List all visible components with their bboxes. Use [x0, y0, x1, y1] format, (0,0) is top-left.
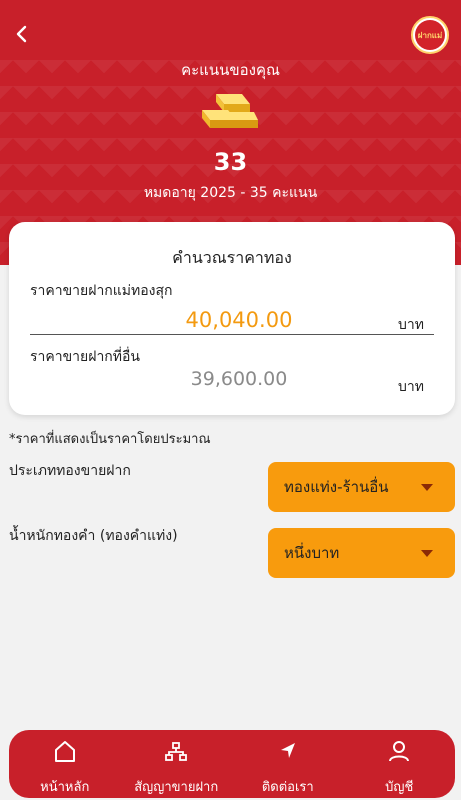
gold-weight-value: หนึ่งบาท	[284, 544, 340, 562]
bottom-navigation: หน้าหลัก สัญญาขายฝาก ติดต่อเรา บัญชี	[9, 730, 455, 798]
other-price-label: ราคาขายฝากที่อื่น	[30, 349, 140, 365]
nav-account-label: บัญชี	[385, 780, 414, 795]
score-value: 33	[213, 148, 248, 176]
nav-account[interactable]: บัญชี	[344, 730, 456, 798]
user-icon	[389, 741, 410, 762]
nav-contract[interactable]: สัญญาขายฝาก	[121, 730, 233, 798]
score-expire-text: หมดอายุ 2025 - 35 คะแนน	[143, 185, 318, 201]
other-price-value: 39,600.00	[190, 368, 288, 390]
nav-home-label: หน้าหลัก	[40, 780, 90, 795]
nav-home[interactable]: หน้าหลัก	[9, 730, 121, 798]
caret-down-icon	[421, 483, 433, 491]
our-price-label: ราคาขายฝากแม่ทองสุก	[30, 283, 173, 299]
gold-type-select[interactable]: ทองแท่ง-ร้านอื่น	[268, 462, 455, 512]
home-icon	[54, 741, 75, 762]
nav-contact-label: ติดต่อเรา	[261, 780, 314, 795]
estimate-note: *ราคาที่แสดงเป็นราคาโดยประมาณ	[9, 432, 211, 447]
back-button[interactable]	[10, 22, 34, 46]
navigation-arrow-icon	[280, 743, 295, 758]
gold-price-calculator-card: คำนวณราคาทอง ราคาขายฝากแม่ทองสุก 40,040.…	[9, 222, 455, 415]
brand-logo-text: ฝากแม่	[415, 20, 445, 50]
nav-contact[interactable]: ติดต่อเรา	[232, 730, 344, 798]
our-price-unit: บาท	[398, 317, 424, 333]
gold-weight-select[interactable]: หนึ่งบาท	[268, 528, 455, 578]
gold-weight-label: น้ำหนักทองคำ (ทองคำแท่ง)	[9, 528, 178, 544]
nav-contract-label: สัญญาขายฝาก	[134, 780, 219, 795]
price-divider	[30, 334, 434, 335]
gold-type-label: ประเภททองขายฝาก	[9, 463, 131, 479]
chevron-left-icon	[16, 25, 27, 43]
our-price-value: 40,040.00	[185, 308, 293, 332]
gold-bar-icon	[202, 94, 258, 128]
score-title: คะแนนของคุณ	[181, 61, 280, 79]
other-price-unit: บาท	[398, 379, 424, 395]
brand-logo: ฝากแม่	[411, 16, 449, 54]
hierarchy-icon	[165, 742, 188, 761]
gold-type-value: ทองแท่ง-ร้านอื่น	[284, 478, 389, 496]
calculator-title: คำนวณราคาทอง	[172, 248, 292, 267]
caret-down-icon	[421, 549, 433, 557]
